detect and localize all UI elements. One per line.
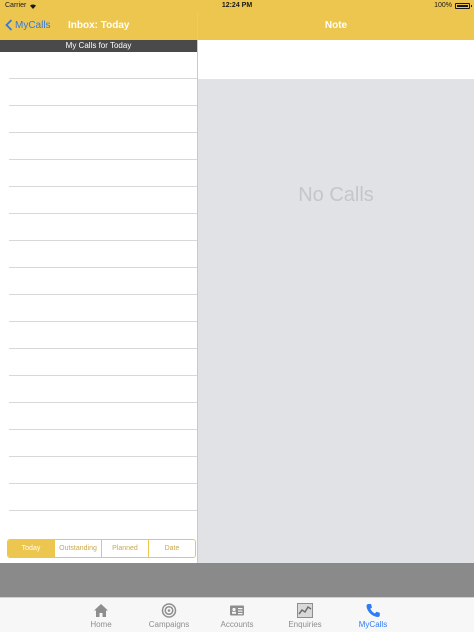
master-nav-bar: MyCalls Inbox: Today xyxy=(0,12,197,40)
tab-enquiries[interactable]: Enquiries xyxy=(271,598,339,632)
phone-icon xyxy=(366,604,380,617)
segment-planned[interactable]: Planned xyxy=(101,540,148,557)
segment-today[interactable]: Today xyxy=(8,540,54,557)
back-button[interactable]: MyCalls xyxy=(5,19,51,31)
list-row-separator xyxy=(9,105,197,106)
list-row-separator xyxy=(9,375,197,376)
list-row-separator xyxy=(9,186,197,187)
tab-bar: Home Campaigns Accounts Enquiries MyCall… xyxy=(0,597,474,632)
calls-list[interactable] xyxy=(0,52,197,538)
tab-accounts-label: Accounts xyxy=(220,620,254,629)
detail-title: Note xyxy=(324,20,348,31)
master-title: Inbox: Today xyxy=(68,20,130,31)
status-time: 12:24 PM xyxy=(221,2,253,9)
id-card-icon xyxy=(230,605,244,616)
target-icon xyxy=(161,603,177,618)
list-row-separator xyxy=(9,483,197,484)
detail-nav-bar: Note xyxy=(198,12,474,40)
filter-segmented-control: Today Outstanding Planned Date xyxy=(7,539,196,558)
tab-campaigns-label: Campaigns xyxy=(148,620,190,629)
tab-home-label: Home xyxy=(90,620,112,629)
tab-mycalls-label: MyCalls xyxy=(358,620,388,629)
house-icon xyxy=(94,604,108,617)
list-row-separator xyxy=(9,267,197,268)
status-bar: Carrier 12:24 PM 100% xyxy=(0,0,474,12)
list-row-separator xyxy=(9,402,197,403)
list-row-separator xyxy=(9,321,197,322)
chart-icon xyxy=(297,603,313,618)
tab-accounts[interactable]: Accounts xyxy=(203,598,271,632)
list-row-separator xyxy=(9,213,197,214)
battery-indicator: 100% xyxy=(434,2,472,9)
list-row-separator xyxy=(9,510,197,511)
list-row-separator xyxy=(9,159,197,160)
tab-home[interactable]: Home xyxy=(67,598,135,632)
detail-pane: No Calls xyxy=(198,79,474,563)
chevron-left-icon xyxy=(5,19,13,31)
list-section-header: My Calls for Today xyxy=(0,40,197,52)
list-row-separator xyxy=(9,456,197,457)
list-row-separator xyxy=(9,294,197,295)
empty-state-message: No Calls xyxy=(298,184,374,206)
list-row-separator xyxy=(9,132,197,133)
tab-campaigns[interactable]: Campaigns xyxy=(135,598,203,632)
toolbar-strip xyxy=(0,563,474,597)
list-row-separator xyxy=(9,78,197,79)
list-row-separator xyxy=(9,348,197,349)
list-row-separator xyxy=(9,429,197,430)
battery-percent: 100% xyxy=(434,2,452,9)
list-row-separator xyxy=(9,240,197,241)
segment-outstanding[interactable]: Outstanding xyxy=(54,540,101,557)
battery-icon xyxy=(455,2,472,9)
back-button-label: MyCalls xyxy=(15,19,51,31)
note-area[interactable] xyxy=(198,40,474,79)
tab-mycalls[interactable]: MyCalls xyxy=(339,598,407,632)
segment-date[interactable]: Date xyxy=(148,540,195,557)
tab-enquiries-label: Enquiries xyxy=(288,620,322,629)
